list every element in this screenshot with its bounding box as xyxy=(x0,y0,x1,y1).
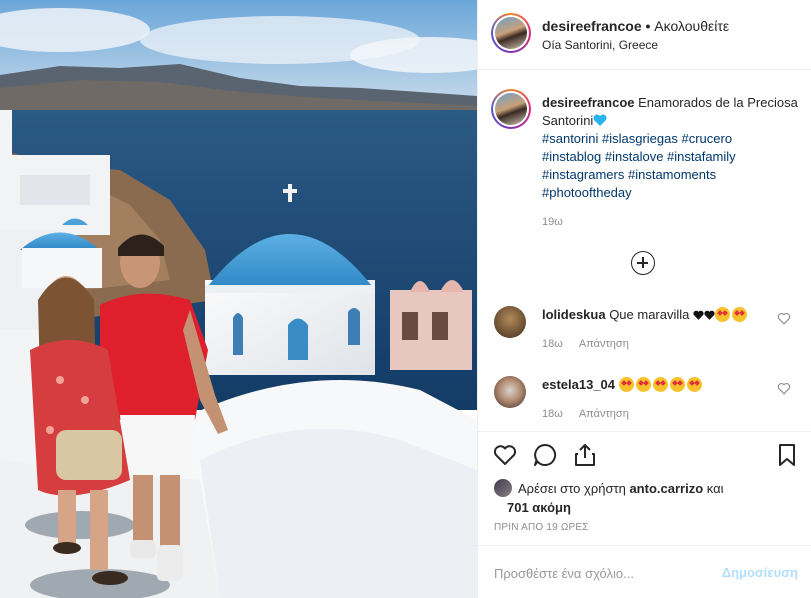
comment-meta: 18ω Απάντηση xyxy=(542,338,645,350)
hashtags: #santorini #islasgriegas #crucero #insta… xyxy=(542,130,800,202)
hashtag-line[interactable]: #santorini #islasgriegas #crucero xyxy=(542,130,800,148)
heart-eyes-face-icon xyxy=(652,377,668,392)
comment-like-icon[interactable] xyxy=(777,312,791,325)
post-header: desireefrancoe • Ακολουθείτε Oía Santori… xyxy=(478,0,811,70)
comment-like-icon[interactable] xyxy=(777,382,791,395)
reply-button[interactable]: Απάντηση xyxy=(579,408,629,420)
heart-outline-icon[interactable] xyxy=(492,442,518,468)
reply-button[interactable]: Απάντηση xyxy=(579,338,629,350)
black-heart-icon xyxy=(693,310,704,320)
heart-eyes-face-icon xyxy=(635,377,651,392)
likes-prefix: Αρέσει στο χρήστη xyxy=(518,481,630,496)
comment-item: estela13_04 18ω Απάντηση xyxy=(478,370,811,440)
heart-eyes-face-icon xyxy=(715,307,730,322)
commenter-avatar[interactable] xyxy=(494,306,526,338)
likes-summary: Αρέσει στο χρήστη anto.carrizo και 701 α… xyxy=(494,479,724,517)
comment-input[interactable] xyxy=(494,563,704,583)
post-timestamp[interactable]: ΠΡΙΝ ΑΠΟ 19 ΩΡΕΣ xyxy=(494,522,589,533)
instagram-post-modal: desireefrancoe • Ακολουθείτε Oía Santori… xyxy=(0,0,811,598)
comment-item: lolideskua Que maravilla 18ω Απάντηση xyxy=(478,300,811,370)
header-separator: • xyxy=(641,18,655,34)
share-icon[interactable] xyxy=(572,442,598,468)
bookmark-icon[interactable] xyxy=(774,442,800,468)
heart-eyes-face-icon xyxy=(669,377,685,392)
comment-text: estela13_04 xyxy=(542,376,704,394)
comment-bubble-icon[interactable] xyxy=(532,442,558,468)
commenter-username[interactable]: lolideskua xyxy=(542,307,606,322)
liker-avatar[interactable] xyxy=(494,479,512,497)
post-sidebar: desireefrancoe • Ακολουθείτε Oía Santori… xyxy=(477,0,811,598)
header-title: desireefrancoe • Ακολουθείτε xyxy=(542,18,729,34)
hashtag-line[interactable]: #instagramers #instamoments xyxy=(542,166,800,184)
author-avatar[interactable] xyxy=(491,13,531,53)
post-photo[interactable] xyxy=(0,0,477,598)
location-link[interactable]: Oía Santorini, Greece xyxy=(542,38,658,52)
commenter-avatar[interactable] xyxy=(494,376,526,408)
following-status[interactable]: Ακολουθείτε xyxy=(654,18,729,34)
hashtag-line[interactable]: #instablog #instalove #instafamily xyxy=(542,148,800,166)
caption-avatar[interactable] xyxy=(491,89,531,129)
author-username[interactable]: desireefrancoe xyxy=(542,18,642,34)
liker-username[interactable]: anto.carrizo xyxy=(629,481,703,496)
comment-text: lolideskua Que maravilla xyxy=(542,306,749,324)
blue-heart-icon xyxy=(593,114,607,126)
post-actions: Αρέσει στο χρήστη anto.carrizo και 701 α… xyxy=(478,431,811,551)
load-more-comments-icon[interactable] xyxy=(631,251,655,275)
add-comment-bar: Δημοσίευση xyxy=(478,545,811,598)
caption-username[interactable]: desireefrancoe xyxy=(542,95,635,110)
likes-count[interactable]: 701 ακόμη xyxy=(494,498,724,517)
heart-eyes-face-icon xyxy=(618,377,634,392)
comment-time[interactable]: 18ω xyxy=(542,408,563,420)
heart-eyes-face-icon xyxy=(732,307,747,322)
black-heart-icon xyxy=(704,310,715,320)
caption-time[interactable]: 19ω xyxy=(542,216,563,228)
comment-time[interactable]: 18ω xyxy=(542,338,563,350)
likes-middle: και xyxy=(703,481,724,496)
caption-text: desireefrancoe Enamorados de la Preciosa… xyxy=(542,94,800,202)
comment-body: Que maravilla xyxy=(605,307,693,322)
post-comment-button[interactable]: Δημοσίευση xyxy=(722,565,798,580)
post-caption: desireefrancoe Enamorados de la Preciosa… xyxy=(478,70,811,296)
heart-eyes-face-icon xyxy=(686,377,702,392)
santorini-photo xyxy=(0,0,477,598)
comment-meta: 18ω Απάντηση xyxy=(542,408,645,420)
hashtag-line[interactable]: #photooftheday xyxy=(542,184,800,202)
commenter-username[interactable]: estela13_04 xyxy=(542,377,615,392)
